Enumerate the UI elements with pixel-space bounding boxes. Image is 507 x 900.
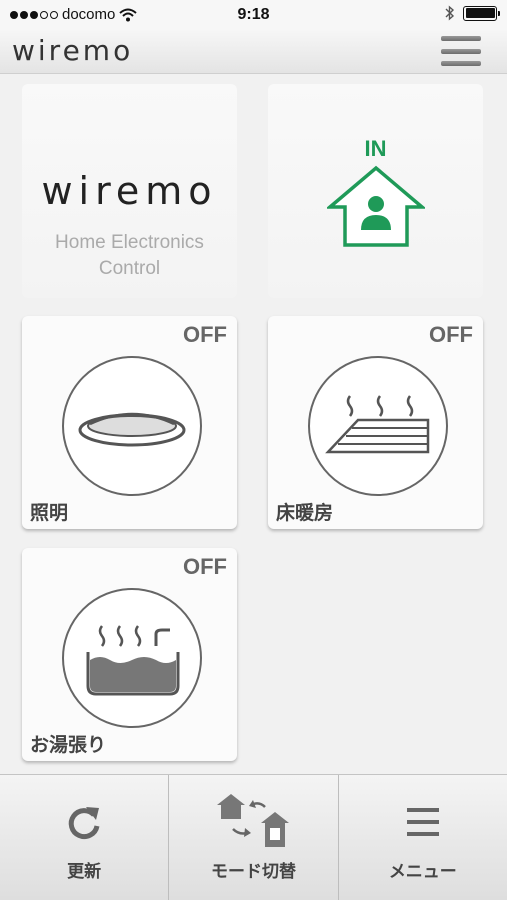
status-bar: docomo 9:18 — [0, 0, 507, 30]
bluetooth-icon — [445, 5, 455, 21]
refresh-label: 更新 — [67, 862, 102, 881]
mode-switch-label: モード切替 — [210, 862, 296, 881]
menu-label: メニュー — [388, 862, 457, 881]
device-icon-circle — [62, 356, 202, 496]
status-right — [445, 5, 500, 21]
device-status: OFF — [183, 554, 227, 579]
app-logo: wiremo — [12, 34, 134, 67]
mode-switch-icon — [217, 794, 290, 847]
brand-logo: wiremo — [41, 169, 218, 213]
status-time: 9:18 — [237, 6, 270, 23]
device-label: 床暖房 — [276, 503, 334, 524]
menu-icon — [406, 808, 439, 836]
device-status: OFF — [183, 322, 227, 347]
hamburger-icon[interactable] — [441, 34, 481, 68]
device-tile-floor-heating[interactable]: OFF 床暖房 — [268, 316, 483, 529]
device-label: お湯張り — [30, 735, 107, 756]
ceiling-light-icon — [78, 412, 186, 447]
house-person-icon — [327, 165, 425, 247]
battery-icon — [463, 5, 500, 21]
refresh-button[interactable]: 更新 — [0, 775, 170, 900]
brand-subtitle-line1: Home Electronics — [55, 232, 204, 253]
device-icon-circle — [308, 356, 448, 496]
floor-heating-icon — [325, 395, 430, 454]
presence-status: IN — [364, 136, 387, 161]
brand-subtitle-line2: Control — [98, 258, 161, 279]
menu-button[interactable]: メニュー — [338, 775, 507, 900]
device-tile-bath[interactable]: OFF お湯張り — [22, 548, 237, 761]
device-icon-circle — [62, 588, 202, 728]
device-status: OFF — [429, 322, 473, 347]
bottom-toolbar: 更新 モード切替 メニュー — [0, 774, 507, 900]
brand-tile: wiremo Home Electronics Control — [22, 84, 237, 298]
app-header: wiremo — [0, 30, 507, 74]
device-label: 照明 — [30, 503, 69, 524]
bathtub-icon — [86, 625, 180, 696]
refresh-icon — [68, 807, 100, 840]
brand-subtitle: Home Electronics Control — [22, 230, 237, 282]
device-tile-lighting[interactable]: OFF 照明 — [22, 316, 237, 529]
mode-switch-button[interactable]: モード切替 — [169, 775, 339, 900]
presence-tile[interactable]: IN — [268, 84, 483, 298]
